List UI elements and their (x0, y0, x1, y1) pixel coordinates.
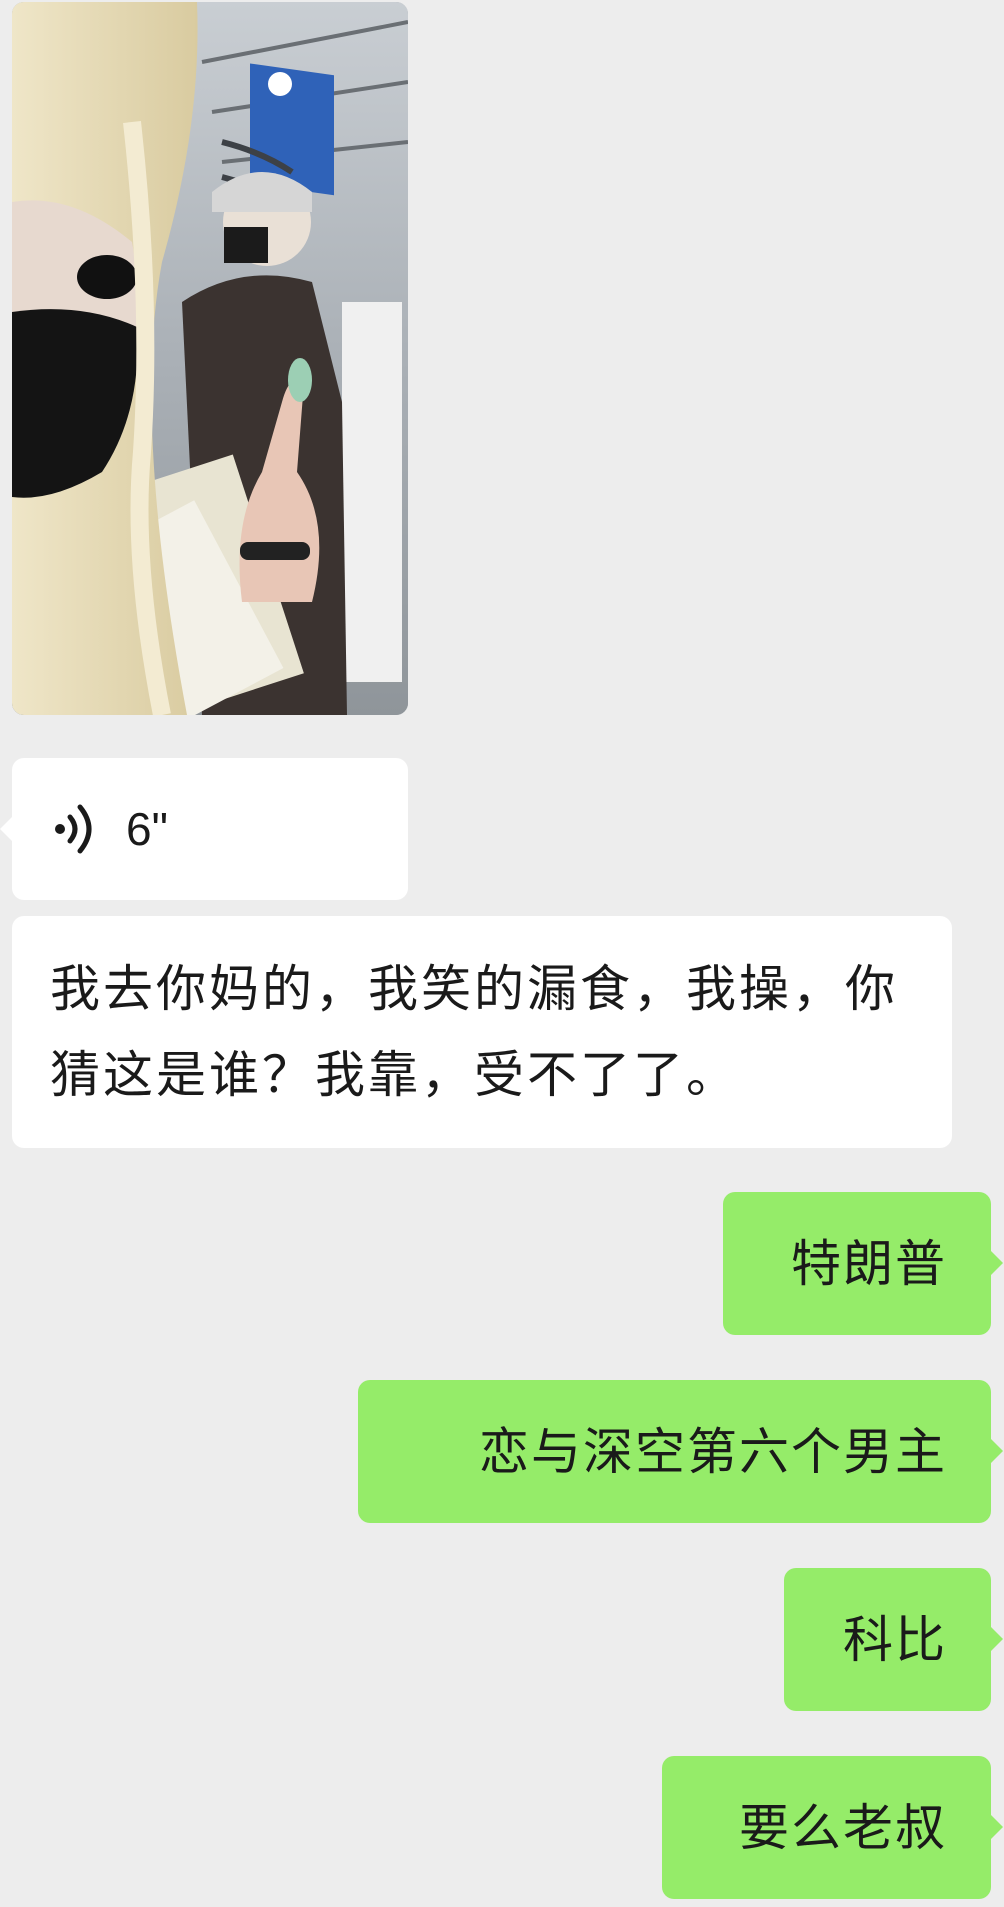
voice-duration: 6" (126, 803, 168, 855)
incoming-text-message[interactable]: 我去你妈的，我笑的漏食，我操，你猜这是谁？我靠，受不了了。 (12, 916, 952, 1148)
bubble-tail (0, 816, 13, 842)
photo-message[interactable] (12, 2, 408, 715)
photo-icon (12, 2, 408, 715)
bubble-tail (990, 1626, 1003, 1652)
voice-message[interactable]: 6" (0, 758, 408, 900)
bubble-tail (990, 1250, 1003, 1276)
outgoing-message[interactable]: 科比 (784, 1568, 1003, 1711)
voice-wave-icon (52, 799, 100, 859)
bubble-tail (990, 1814, 1003, 1840)
message-text: 我去你妈的，我笑的漏食，我操，你猜这是谁？我靠，受不了了。 (50, 960, 898, 1104)
bubble-tail (990, 1438, 1003, 1464)
message-text: 特朗普 (791, 1234, 947, 1293)
message-text: 要么老叔 (739, 1798, 947, 1857)
message-text: 恋与深空第六个男主 (479, 1422, 947, 1481)
message-text: 科比 (843, 1610, 947, 1669)
outgoing-message[interactable]: 特朗普 (723, 1192, 1003, 1335)
outgoing-message[interactable]: 恋与深空第六个男主 (358, 1380, 1003, 1523)
outgoing-message[interactable]: 要么老叔 (662, 1756, 1003, 1899)
